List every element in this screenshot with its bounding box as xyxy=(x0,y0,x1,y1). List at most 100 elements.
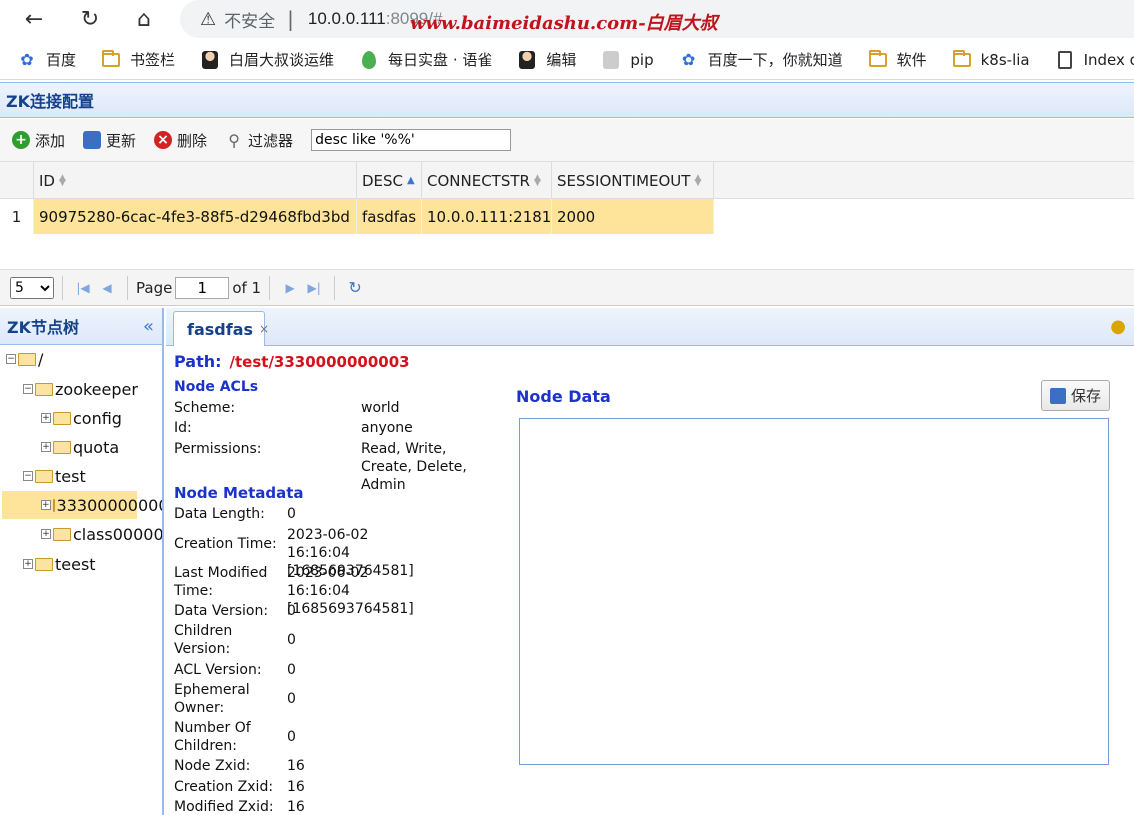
panel-title: ZK连接配置 xyxy=(0,82,1134,118)
reload-icon[interactable]: ↻ xyxy=(74,4,106,34)
tree-node-label: 3330000000003 xyxy=(56,495,162,515)
add-icon: + xyxy=(12,131,30,149)
rownum-header xyxy=(0,162,34,199)
page-size-select[interactable]: 5 xyxy=(10,276,54,299)
node-path: Path: /test/3330000000003 xyxy=(174,352,410,371)
toggle-icon[interactable]: − xyxy=(23,384,33,394)
bookmark-yuque[interactable]: 每日实盘 · 语雀 xyxy=(360,49,492,70)
bookmark-folder-software[interactable]: 软件 xyxy=(868,49,927,70)
magnifier-icon: ⚲ xyxy=(228,130,240,150)
toggle-icon[interactable]: + xyxy=(41,500,51,510)
update-button[interactable]: 更新 xyxy=(83,130,136,151)
bookmark-label: 编辑 xyxy=(546,51,577,69)
home-icon[interactable]: ⌂ xyxy=(128,4,160,34)
tab-fasdfas[interactable]: fasdfas × xyxy=(173,311,269,346)
column-label: SESSIONTIMEOUT xyxy=(557,171,691,190)
toggle-icon[interactable]: + xyxy=(41,529,51,539)
node-data-textarea[interactable] xyxy=(519,418,1109,765)
browser-toolbar: ← ↻ ⌂ ⚠ 不安全 | 10.0.0.111:8099/# www.baim… xyxy=(0,0,1134,40)
meta-key: Creation Zxid: xyxy=(174,779,274,795)
bookmark-edit[interactable]: 编辑 xyxy=(518,49,576,70)
address-separator: | xyxy=(287,7,294,31)
last-page-icon[interactable]: ▶| xyxy=(302,281,326,295)
bookmark-baidu[interactable]: ✿ 百度 xyxy=(18,49,76,70)
meta-key: Number Of Children: xyxy=(174,720,251,754)
column-label: CONNECTSTR xyxy=(427,171,530,190)
collapse-icon[interactable]: « xyxy=(143,316,154,337)
filter-button[interactable]: ⚲ 过滤器 xyxy=(225,130,293,151)
column-header-sessiontimeout[interactable]: SESSIONTIMEOUT ▲ ▼ xyxy=(552,162,714,199)
bookmark-label: pip xyxy=(630,50,654,69)
folder-icon xyxy=(53,411,71,425)
pagination-bar: 5 |◀ ◀ Page of 1 ▶ ▶| ↻ xyxy=(0,269,1134,306)
tree-node-root[interactable]: − / xyxy=(6,345,43,373)
lightbulb-icon[interactable]: ● xyxy=(1110,316,1126,337)
bookmark-folder-k8s[interactable]: k8s-lia xyxy=(952,49,1030,69)
meta-value: 2023-06-02 16:16:04 [1685693764581] xyxy=(287,565,414,617)
bookmark-label: 书签栏 xyxy=(130,51,176,69)
bookmark-label: 白眉大叔谈运维 xyxy=(229,51,335,69)
tab-bar: fasdfas × ● xyxy=(166,308,1134,346)
table-row[interactable]: 1 90975280-6cac-4fe3-88f5-d29468fbd3bd f… xyxy=(0,199,1134,234)
tree-node-quota[interactable]: + quota xyxy=(41,433,119,461)
bookmark-label: 每日实盘 · 语雀 xyxy=(388,51,493,69)
toggle-icon[interactable]: + xyxy=(41,413,51,423)
tree-header: ZK节点树 « xyxy=(0,308,162,345)
tree-node-label: config xyxy=(73,408,122,428)
path-label: Path: xyxy=(174,352,222,371)
tab-label: fasdfas xyxy=(187,319,254,339)
sort-icon: ▲ ▼ xyxy=(694,172,702,188)
toggle-icon[interactable]: − xyxy=(23,471,33,481)
next-page-icon[interactable]: ▶ xyxy=(278,281,302,295)
folder-icon xyxy=(35,557,53,571)
bookmark-label: Index of /Elast xyxy=(1083,50,1134,69)
page-number-input[interactable] xyxy=(175,276,230,299)
save-button[interactable]: 保存 xyxy=(1041,380,1110,411)
tree-node-class[interactable]: + class0000000001 xyxy=(41,520,164,548)
bookmark-baidu-search[interactable]: ✿ 百度一下，你就知道 xyxy=(680,49,843,70)
meta-value: 0 xyxy=(287,632,296,648)
toggle-icon[interactable]: + xyxy=(41,442,51,452)
meta-value: 16 xyxy=(287,758,305,774)
bookmark-pip[interactable]: pip xyxy=(602,50,654,69)
column-header-desc[interactable]: DESC ▲ xyxy=(357,162,422,199)
first-page-icon[interactable]: |◀ xyxy=(71,281,95,295)
bookmark-index-elast[interactable]: Index of /Elast xyxy=(1056,50,1134,69)
tree-node-selected[interactable]: +3330000000003 xyxy=(2,491,162,519)
bookmark-label: 百度一下，你就知道 xyxy=(707,51,843,69)
tree-node-test[interactable]: − test xyxy=(23,462,86,490)
add-button[interactable]: + 添加 xyxy=(12,130,65,151)
tree-node-zookeeper[interactable]: − zookeeper xyxy=(23,375,138,403)
sort-icon: ▲ ▼ xyxy=(533,172,541,188)
toggle-icon[interactable]: + xyxy=(23,559,33,569)
refresh-icon[interactable]: ↻ xyxy=(343,278,367,297)
node-tree-panel: ZK节点树 « − / − zookeeper + config + quota − te… xyxy=(0,308,164,815)
prev-page-icon[interactable]: ◀ xyxy=(95,281,119,295)
tree-node-config[interactable]: + config xyxy=(41,404,122,432)
column-header-id[interactable]: ID ▲ ▼ xyxy=(34,162,357,199)
column-header-connectstr[interactable]: CONNECTSTR ▲ ▼ xyxy=(422,162,552,199)
bookmark-folder-bookmarks[interactable]: 书签栏 xyxy=(102,49,175,70)
tree-node-teest[interactable]: + teest xyxy=(23,550,96,578)
avatar-icon xyxy=(201,50,219,69)
tree-node-label: class0000000001 xyxy=(73,524,164,544)
folder-icon xyxy=(35,382,53,396)
close-icon[interactable]: × xyxy=(259,322,269,336)
bookmark-baimeidashu[interactable]: 白眉大叔谈运维 xyxy=(201,49,334,70)
node-data-title: Node Data xyxy=(516,387,611,406)
delete-button[interactable]: × 删除 xyxy=(154,130,207,151)
filter-input[interactable] xyxy=(311,129,512,151)
save-disk-icon xyxy=(1049,387,1066,404)
node-detail-panel: fasdfas × ● Path: /test/3330000000003 Node… xyxy=(166,308,1134,815)
sort-icon: ▲ ▼ xyxy=(58,172,66,188)
toggle-icon[interactable]: − xyxy=(6,354,16,364)
back-arrow-icon[interactable]: ← xyxy=(18,4,50,34)
column-label: DESC xyxy=(362,171,404,190)
watermark: www.baimeidashu.com-白眉大叔 xyxy=(410,13,718,34)
meta-key: Ephemeral Owner: xyxy=(174,682,250,716)
insecure-label: 不安全 xyxy=(224,11,276,32)
add-label: 添加 xyxy=(35,131,66,150)
bookmark-label: 百度 xyxy=(46,51,77,69)
acl-value: world xyxy=(361,400,400,416)
warning-icon: ⚠ xyxy=(200,8,217,30)
